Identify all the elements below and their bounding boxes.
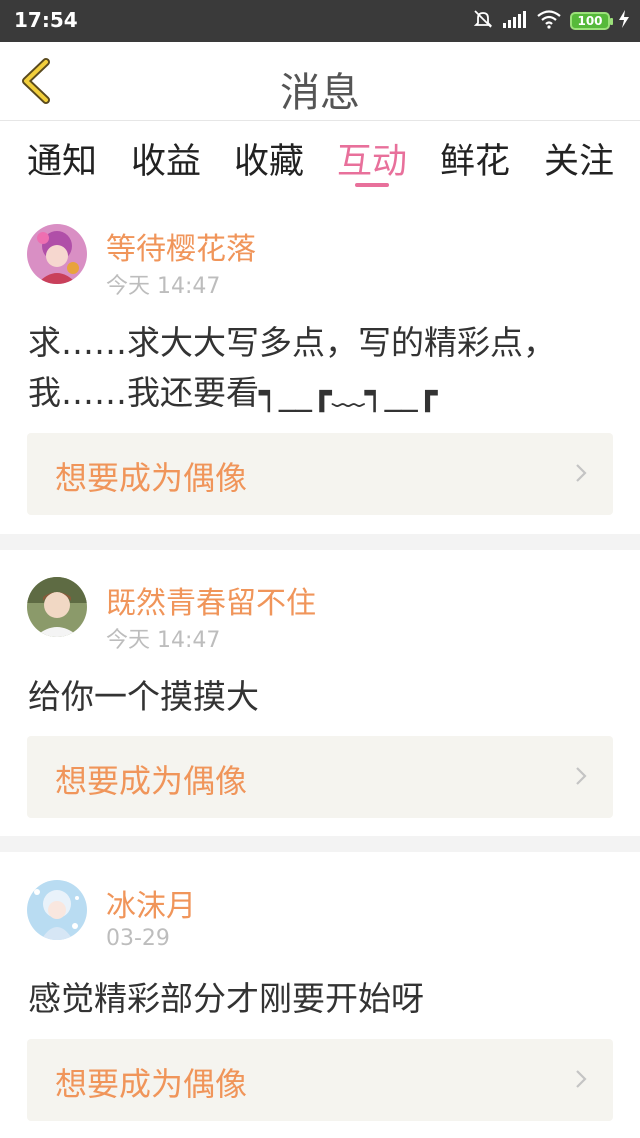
- message-text-line: 给你一个摸摸大: [28, 677, 259, 716]
- username[interactable]: 冰沫月: [106, 881, 196, 925]
- message-card: 既然青春留不住 今天 14:47 给你一个摸摸大 想要成为偶像: [0, 550, 640, 836]
- message-card: 冰沫月 03-29 感觉精彩部分才刚要开始呀 想要成为偶像: [0, 852, 640, 1138]
- divider: [0, 534, 640, 550]
- divider: [0, 836, 640, 852]
- tab-favorites[interactable]: 收藏: [221, 133, 317, 184]
- tab-earnings[interactable]: 收益: [118, 133, 214, 184]
- status-icons: 100: [472, 9, 630, 33]
- message-text-line: 求……求大大写多点，写的精彩点，: [28, 323, 556, 362]
- avatar[interactable]: [27, 224, 87, 284]
- username[interactable]: 等待樱花落: [106, 224, 256, 268]
- tab-notification[interactable]: 通知: [14, 133, 110, 184]
- username[interactable]: 既然青春留不住: [106, 578, 316, 622]
- tab-interaction[interactable]: 互动: [324, 133, 420, 184]
- become-idol-label: 想要成为偶像: [55, 459, 248, 497]
- become-idol-button[interactable]: 想要成为偶像: [27, 1039, 613, 1121]
- avatar[interactable]: [27, 577, 87, 637]
- signal-icon: [502, 9, 528, 33]
- chevron-right-icon: [575, 1069, 587, 1093]
- app-header: 消息: [0, 42, 640, 121]
- become-idol-button[interactable]: 想要成为偶像: [27, 433, 613, 515]
- message-content: 感觉精彩部分才刚要开始呀: [28, 974, 616, 1024]
- active-tab-indicator: [355, 183, 389, 187]
- battery-level: 100: [577, 14, 603, 28]
- message-card: 等待樱花落 今天 14:47 求……求大大写多点，写的精彩点， 我……我还要看┑…: [0, 203, 640, 534]
- become-idol-label: 想要成为偶像: [55, 1065, 248, 1103]
- message-content: 给你一个摸摸大: [28, 672, 616, 722]
- status-time: 17:54: [14, 8, 78, 32]
- battery-icon: 100: [570, 12, 613, 30]
- avatar[interactable]: [27, 880, 87, 940]
- become-idol-button[interactable]: 想要成为偶像: [27, 736, 613, 818]
- become-idol-label: 想要成为偶像: [55, 762, 248, 800]
- timestamp: 今天 14:47: [106, 274, 221, 299]
- tab-following[interactable]: 关注: [531, 133, 627, 184]
- wifi-icon: [536, 9, 562, 33]
- chevron-right-icon: [575, 463, 587, 487]
- mute-icon: [472, 8, 494, 34]
- timestamp: 03-29: [106, 926, 170, 951]
- page-title: 消息: [280, 70, 360, 116]
- status-bar: 17:54 100: [0, 0, 640, 42]
- tab-flowers[interactable]: 鲜花: [427, 133, 523, 184]
- charging-icon: [618, 9, 630, 33]
- chevron-right-icon: [575, 766, 587, 790]
- timestamp: 今天 14:47: [106, 628, 221, 653]
- message-text-line: 我……我还要看┑__┏﹏┑__┏: [28, 373, 438, 412]
- tab-bar: 通知 收益 收藏 互动 鲜花 关注: [0, 121, 640, 203]
- message-content: 求……求大大写多点，写的精彩点， 我……我还要看┑__┏﹏┑__┏: [28, 318, 616, 418]
- message-text-line: 感觉精彩部分才刚要开始呀: [28, 979, 424, 1018]
